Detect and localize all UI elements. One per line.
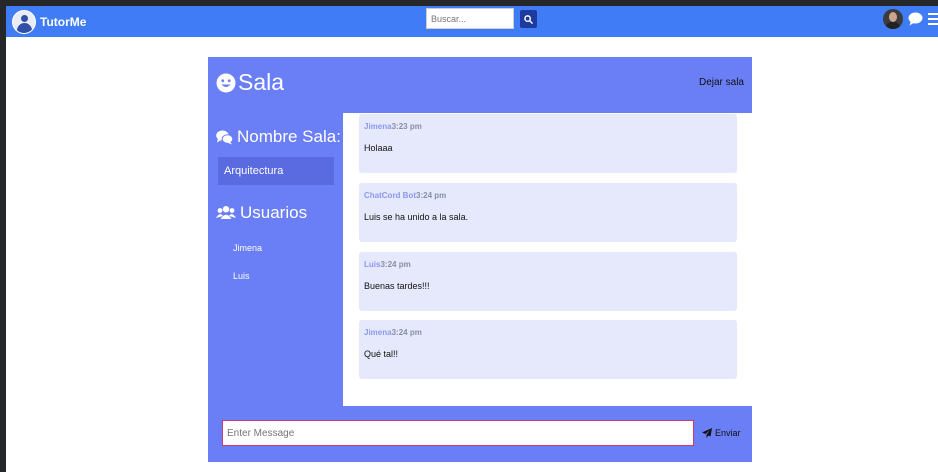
room-title-text: Sala xyxy=(238,69,285,95)
message-meta: Jimena3:24 pm xyxy=(364,328,422,337)
composer: Enviar xyxy=(208,406,752,462)
brand-name: TutorMe xyxy=(40,14,87,29)
chat-room: Sala Dejar sala Nombre Sala: Arquitectur… xyxy=(208,57,752,462)
brand[interactable]: TutorMe xyxy=(12,9,86,34)
message-user: Jimena xyxy=(364,328,392,337)
message-text: Holaaa xyxy=(364,143,393,153)
brand-logo-icon xyxy=(12,9,36,34)
search-button[interactable] xyxy=(520,10,537,28)
user-list-item: Jimena xyxy=(233,243,263,253)
message: Jimena3:23 pm Holaaa xyxy=(359,114,737,173)
room-title: Sala xyxy=(216,69,284,96)
chat-bubble-icon[interactable] xyxy=(908,12,923,26)
message-time: 3:24 pm xyxy=(380,260,411,269)
message: ChatCord Bot3:24 pm Luis se ha unido a l… xyxy=(359,183,737,242)
navbar: TutorMe xyxy=(6,6,938,37)
users-heading: Usuarios xyxy=(216,203,307,223)
search-icon xyxy=(524,14,533,24)
message-meta: ChatCord Bot3:24 pm xyxy=(364,191,446,200)
message-time: 3:24 pm xyxy=(416,191,447,200)
message: Luis3:24 pm Buenas tardes!!! xyxy=(359,252,737,311)
users-icon xyxy=(216,206,236,219)
comments-icon xyxy=(216,130,233,144)
message-user: Jimena xyxy=(364,122,392,131)
menu-icon[interactable] xyxy=(928,12,938,26)
message-user: Luis xyxy=(364,260,381,269)
message-text: Buenas tardes!!! xyxy=(364,281,430,291)
smiley-icon xyxy=(216,73,236,92)
send-button[interactable]: Enviar xyxy=(698,420,745,446)
message-user: ChatCord Bot xyxy=(364,191,416,200)
message-meta: Luis3:24 pm xyxy=(364,260,411,269)
search-input[interactable] xyxy=(426,8,514,29)
message-input[interactable] xyxy=(222,420,694,446)
send-label: Enviar xyxy=(715,428,741,438)
user-avatar[interactable] xyxy=(883,9,903,29)
message-text: Qué tal!! xyxy=(364,349,399,359)
room-header: Sala Dejar sala xyxy=(208,57,752,113)
room-name: Arquitectura xyxy=(218,157,334,185)
room-name-heading: Nombre Sala: xyxy=(216,127,341,147)
message: Jimena3:24 pm Qué tal!! xyxy=(359,320,737,379)
leave-room-button[interactable]: Dejar sala xyxy=(699,77,744,88)
page: Sala Dejar sala Nombre Sala: Arquitectur… xyxy=(6,37,938,472)
paper-plane-icon xyxy=(702,428,712,438)
room-sidebar: Nombre Sala: Arquitectura Usuarios Jimen… xyxy=(208,113,343,406)
messages-panel: Jimena3:23 pm Holaaa ChatCord Bot3:24 pm… xyxy=(343,113,752,406)
message-time: 3:23 pm xyxy=(391,122,422,131)
message-text: Luis se ha unido a la sala. xyxy=(364,212,469,222)
message-meta: Jimena3:23 pm xyxy=(364,122,422,131)
user-list-item: Luis xyxy=(233,271,250,281)
message-time: 3:24 pm xyxy=(391,328,422,337)
